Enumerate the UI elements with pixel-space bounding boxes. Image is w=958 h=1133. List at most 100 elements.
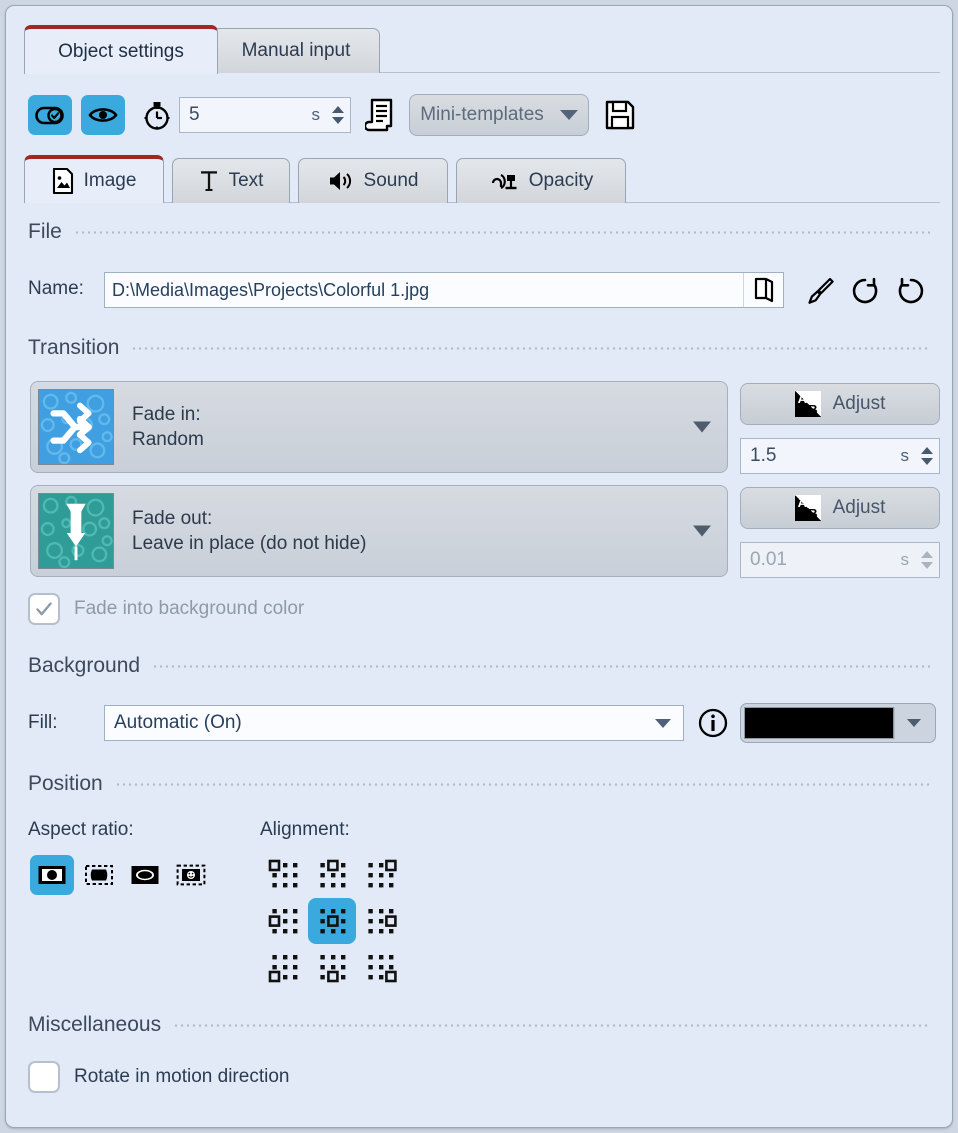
increment-icon[interactable] [921, 447, 933, 454]
object-settings-panel: Object settings Manual input [5, 5, 953, 1128]
chevron-down-icon[interactable] [693, 422, 711, 433]
toggle-enabled-button[interactable] [28, 95, 72, 135]
tab-object-settings[interactable]: Object settings [24, 25, 218, 74]
fade-in-label: Fade in: [132, 404, 204, 426]
align-middle-left-icon [267, 905, 301, 937]
background-fill-label: Fill: [28, 712, 58, 734]
fade-into-background-label: Fade into background color [74, 598, 304, 620]
file-name-field[interactable]: D:\Media\Images\Projects\Colorful 1.jpg [104, 272, 784, 308]
rotate-ccw-icon [850, 276, 880, 306]
rotate-in-motion-row[interactable]: Rotate in motion direction [28, 1061, 289, 1093]
fade-out-duration-spinner[interactable]: 0.01 s [740, 542, 940, 578]
fade-out-adjust-button[interactable]: AB Adjust [740, 487, 940, 529]
chevron-down-icon [655, 719, 671, 728]
aspect-fit-frame-icon [84, 863, 114, 887]
background-fill-value: Automatic (On) [105, 712, 655, 734]
background-info-button[interactable] [698, 708, 728, 743]
section-background-title: Background [28, 654, 140, 678]
tab-opacity[interactable]: Opacity [456, 158, 626, 203]
info-circle-icon [698, 708, 728, 738]
visibility-button[interactable] [81, 95, 125, 135]
rotate-right-button[interactable] [896, 276, 926, 306]
section-file: File [28, 220, 930, 244]
fade-in-duration-value[interactable]: 1.5 [741, 445, 901, 467]
tab-text[interactable]: Text [172, 158, 290, 203]
alignment-top-center[interactable] [308, 852, 356, 898]
align-middle-right-icon [363, 905, 397, 937]
fade-in-duration-spinner[interactable]: 1.5 s [740, 438, 940, 474]
section-position-title: Position [28, 772, 103, 796]
background-color-swatch[interactable] [744, 707, 894, 739]
alignment-top-left[interactable] [260, 852, 308, 898]
alignment-middle-right[interactable] [356, 898, 404, 944]
alignment-bottom-right[interactable] [356, 944, 404, 990]
aspect-ratio-stretch[interactable] [169, 855, 213, 895]
edit-image-button[interactable] [804, 276, 834, 306]
fade-in-thumbnail [38, 389, 114, 465]
duration-timer-icon-wrap [142, 99, 172, 131]
content-tab-strip: Image Text Sound [6, 153, 954, 203]
fade-out-selector[interactable]: Fade out: Leave in place (do not hide) [30, 485, 728, 577]
fade-in-duration-stepper[interactable] [921, 439, 933, 473]
section-position: Position [28, 772, 930, 796]
fade-in-duration-unit: s [901, 446, 940, 466]
fade-into-background-checkbox[interactable] [28, 593, 60, 625]
rotate-in-motion-checkbox[interactable] [28, 1061, 60, 1093]
opacity-icon [489, 169, 519, 193]
alignment-grid [260, 852, 404, 990]
alignment-bottom-left[interactable] [260, 944, 308, 990]
tab-sound[interactable]: Sound [298, 158, 448, 203]
alignment-middle-center[interactable] [308, 898, 356, 944]
fade-out-labels: Fade out: Leave in place (do not hide) [132, 508, 367, 555]
rotate-in-motion-label: Rotate in motion direction [74, 1066, 289, 1088]
alignment-bottom-center[interactable] [308, 944, 356, 990]
align-top-left-icon [267, 859, 301, 891]
duration-unit: s [312, 105, 351, 125]
duration-stepper[interactable] [332, 98, 344, 132]
rotate-left-button[interactable] [850, 276, 880, 306]
chevron-down-icon[interactable] [693, 526, 711, 537]
duration-increment-icon[interactable] [332, 106, 344, 113]
fade-out-adjust-label: Adjust [833, 497, 886, 519]
alignment-top-right[interactable] [356, 852, 404, 898]
background-color-dropdown[interactable] [894, 707, 932, 739]
background-color-button[interactable] [740, 703, 936, 743]
fade-in-adjust-label: Adjust [833, 393, 886, 415]
script-button[interactable] [365, 98, 395, 132]
duration-value[interactable]: 5 [180, 104, 312, 126]
eye-icon [88, 104, 118, 126]
fade-into-background-row[interactable]: Fade into background color [28, 593, 304, 625]
aspect-fill-crop-icon [130, 863, 160, 887]
fade-in-selector[interactable]: Fade in: Random [30, 381, 728, 473]
increment-icon[interactable] [921, 551, 933, 558]
file-name-value[interactable]: D:\Media\Images\Projects\Colorful 1.jpg [105, 280, 743, 301]
tab-manual-input[interactable]: Manual input [212, 28, 380, 73]
aspect-fit-inside-icon [37, 863, 67, 887]
background-fill-dropdown[interactable]: Automatic (On) [104, 705, 684, 741]
decrement-icon[interactable] [921, 562, 933, 569]
tab-sound-label: Sound [364, 170, 419, 192]
duration-decrement-icon[interactable] [332, 117, 344, 124]
align-top-center-icon [315, 859, 349, 891]
fade-in-adjust-button[interactable]: AB Adjust [740, 383, 940, 425]
section-divider [115, 783, 930, 786]
decrement-icon[interactable] [921, 458, 933, 465]
aspect-ratio-fit-inside[interactable] [30, 855, 74, 895]
save-template-button[interactable] [605, 100, 635, 130]
duration-spinner[interactable]: 5 s [179, 97, 351, 133]
mini-templates-dropdown[interactable]: Mini-templates [409, 94, 589, 136]
open-folder-icon [753, 277, 775, 303]
stopwatch-icon [142, 99, 172, 131]
aspect-ratio-fit-frame[interactable] [77, 855, 121, 895]
chevron-down-icon [560, 110, 578, 120]
tab-image[interactable]: Image [24, 155, 164, 203]
fade-out-duration-stepper[interactable] [921, 543, 933, 577]
alignment-middle-left[interactable] [260, 898, 308, 944]
tab-text-label: Text [229, 170, 264, 192]
ab-contrast-icon: AB [795, 391, 821, 417]
fade-out-duration-value[interactable]: 0.01 [741, 549, 901, 571]
browse-file-button[interactable] [743, 273, 783, 307]
mini-templates-label: Mini-templates [420, 104, 544, 126]
object-toolbar: 5 s Mini-templates [28, 91, 635, 139]
aspect-ratio-fill-crop[interactable] [123, 855, 167, 895]
